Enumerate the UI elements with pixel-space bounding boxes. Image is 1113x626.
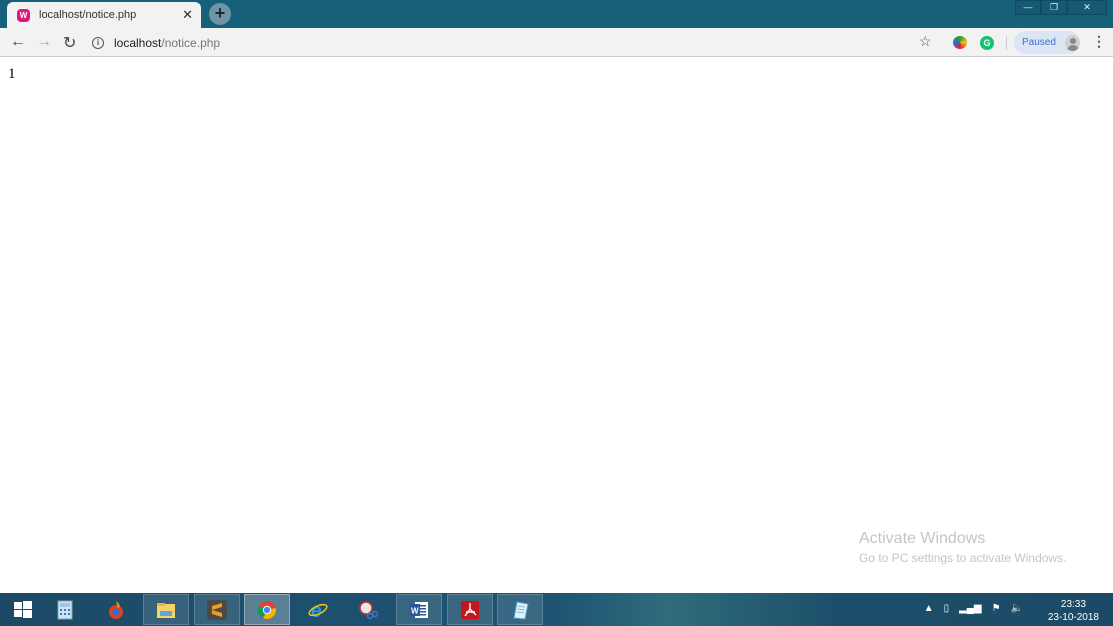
forward-icon[interactable]: → [36,33,52,51]
back-icon[interactable]: ← [10,33,26,51]
wamp-icon: W [17,8,30,22]
taskbar-file-explorer[interactable] [143,594,189,625]
windows-logo-icon [14,600,32,618]
taskbar-sublime-text[interactable] [194,594,240,625]
window-controls: — ❐ ✕ [1015,0,1107,15]
new-tab-button[interactable]: + [209,3,231,25]
internet-explorer-icon: e [308,601,328,620]
notepad-icon [513,600,529,620]
taskbar-acrobat-reader[interactable] [447,594,493,625]
system-tray: ▲ ▯ ▂▄▆ ⚑ 🔈 [924,603,1023,614]
browser-titlebar: W localhost/notice.php ✕ + — ❐ ✕ [0,0,1113,28]
page-content: 1 Activate Windows Go to PC settings to … [0,58,1113,593]
reload-icon[interactable]: ↻ [63,33,76,53]
battery-icon[interactable]: ▯ [944,603,950,614]
tab-title: localhost/notice.php [39,9,137,21]
idm-icon[interactable] [953,36,967,49]
calculator-icon [57,600,73,619]
acrobat-reader-icon [461,600,479,619]
clock-time: 23:33 [1060,599,1086,610]
signal-icon[interactable]: ▂▄▆ [959,603,981,614]
restore-button[interactable]: ❐ [1041,0,1067,15]
start-button[interactable] [0,594,46,625]
taskbar-notepad[interactable] [497,594,543,625]
snipping-tool-icon [359,600,378,619]
taskbar-snipping-tool[interactable] [345,594,391,625]
sublime-text-icon [207,599,227,620]
chrome-icon [257,600,277,619]
volume-icon[interactable]: 🔈 [1011,603,1023,614]
taskbar-internet-explorer[interactable]: e [295,594,341,625]
watermark-subtitle: Go to PC settings to activate Windows. [859,551,1067,565]
taskbar-clock[interactable]: 23:33 23-10-2018 [1048,598,1099,624]
word-icon: W [410,601,428,618]
profile-status: Paused [1022,37,1056,48]
grammarly-icon[interactable]: G [980,36,994,50]
taskbar-chrome[interactable] [244,594,290,625]
browser-toolbar: ← → ↻ i localhost/notice.php ☆ G Paused … [0,28,1113,57]
taskbar-word[interactable]: W [396,594,442,625]
avatar-icon [1064,34,1080,51]
taskbar: e W ▲ ▯ ▂▄▆ ⚑ 🔈 23:33 23-10-2018 [0,593,1113,626]
kebab-menu-icon[interactable]: ⋮ [1092,33,1106,50]
minimize-button[interactable]: — [1015,0,1041,15]
toolbar-divider [1006,36,1007,50]
folder-icon [157,602,175,618]
taskbar-browser-red[interactable] [93,594,139,625]
clock-date: 23-10-2018 [1047,612,1099,623]
tab-notice[interactable]: W localhost/notice.php ✕ [7,2,201,28]
bookmark-star-icon[interactable]: ☆ [919,33,932,50]
close-window-button[interactable]: ✕ [1067,0,1107,15]
address-bar[interactable]: i localhost/notice.php [92,32,220,53]
activate-windows-watermark: Activate Windows Go to PC settings to ac… [859,530,1066,565]
browser-red-icon [109,600,123,619]
profile-button[interactable]: Paused [1014,31,1080,54]
action-center-flag-icon[interactable]: ⚑ [992,603,1001,614]
watermark-title: Activate Windows [859,530,986,547]
info-icon[interactable]: i [92,36,104,49]
show-hidden-icons[interactable]: ▲ [924,603,934,614]
page-body-text: 1 [8,66,16,82]
url-text[interactable]: localhost/notice.php [114,36,220,50]
svg-text:e: e [311,601,322,620]
taskbar-calculator[interactable] [42,594,88,625]
svg-text:W: W [411,606,419,615]
close-tab-icon[interactable]: ✕ [182,7,193,23]
